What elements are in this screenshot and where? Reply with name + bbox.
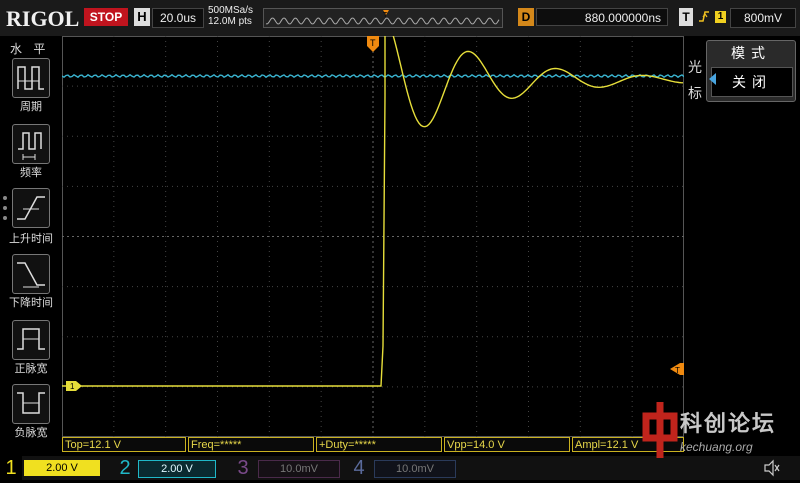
cursor-mode-selector[interactable]: 模式 关闭 (706, 40, 796, 102)
delay-label: D (518, 8, 534, 26)
memory-position-track[interactable]: T (263, 8, 503, 28)
period-icon (17, 66, 44, 90)
waveform-overview: T (265, 10, 500, 25)
channel-3-scale[interactable]: 10.0mV (258, 460, 340, 478)
channel-1-offset-letter: 1 (70, 382, 75, 391)
channel-1-number[interactable]: 1 (0, 456, 22, 480)
page-dot (3, 196, 7, 200)
meas-duty[interactable]: +Duty=***** (316, 437, 442, 452)
timebase-value[interactable]: 20.0us (152, 8, 204, 28)
brand-logo: RIGOL (6, 6, 80, 31)
period-button[interactable] (12, 58, 50, 98)
rising-edge-icon[interactable] (697, 8, 711, 26)
memory-depth: 12.0M pts (208, 16, 252, 27)
sample-info: 500MSa/s 12.0M pts (208, 5, 253, 27)
rise-time-button[interactable] (12, 188, 50, 228)
trigger-source-badge[interactable]: 1 (715, 11, 726, 23)
channel-2-scale[interactable]: 2.00 V (138, 460, 216, 478)
trigger-level-letter: T (675, 366, 680, 375)
selector-arrow-icon (709, 73, 716, 85)
positive-width-label: 正脉宽 (14, 363, 48, 375)
cursor-menu-title: 光标 (688, 54, 702, 106)
waveform-display[interactable]: T T 1 (61, 12, 685, 437)
negative-width-icon (17, 392, 45, 414)
trigger-position-letter: T (383, 12, 388, 19)
channel-1-scale[interactable]: 2.00 V (24, 460, 100, 476)
channel-4-scale[interactable]: 10.0mV (374, 460, 456, 478)
trigger-level-value[interactable]: 800mV (730, 8, 796, 28)
positive-width-button[interactable] (12, 320, 50, 360)
page-dot (3, 216, 7, 220)
period-label: 周期 (20, 101, 42, 113)
frequency-label: 频率 (20, 167, 42, 179)
cursor-menu-title-text: 光标 (688, 59, 702, 101)
channel-bar: 1 2.00 V 2 2.00 V 3 10.0mV 4 10.0mV (0, 456, 800, 480)
trigger-time-letter: T (370, 38, 376, 48)
negative-width-label: 负脉宽 (14, 427, 48, 439)
meas-freq[interactable]: Freq=***** (188, 437, 314, 452)
delay-value[interactable]: 880.000000ns (536, 8, 668, 26)
measurement-bar: Top=12.1 V Freq=***** +Duty=***** Vpp=14… (62, 437, 684, 453)
rise-time-icon (17, 196, 45, 220)
negative-width-button[interactable] (12, 384, 50, 424)
watermark-logo (640, 400, 680, 465)
horizontal-label: H (134, 8, 150, 26)
meas-top[interactable]: Top=12.1 V (62, 437, 186, 452)
sound-icon[interactable] (762, 458, 782, 478)
channel-4-number[interactable]: 4 (348, 456, 370, 480)
watermark-name: 科创论坛 (680, 411, 777, 436)
frequency-button[interactable] (12, 124, 50, 164)
watermark-url: kechuang.org (680, 440, 753, 454)
run-stop-indicator[interactable]: STOP (84, 8, 128, 26)
menu-title: 水 平 (10, 42, 50, 56)
fall-time-label: 下降时间 (9, 297, 53, 309)
page-dot (3, 206, 7, 210)
cursor-mode-value[interactable]: 关闭 (711, 67, 793, 97)
rise-time-label: 上升时间 (9, 233, 53, 245)
positive-width-icon (17, 328, 45, 350)
meas-vpp[interactable]: Vpp=14.0 V (444, 437, 570, 452)
cursor-mode-title: 模式 (731, 45, 771, 61)
channel-3-number[interactable]: 3 (232, 456, 254, 480)
sample-rate: 500MSa/s (208, 5, 254, 16)
fall-time-icon (17, 262, 45, 288)
fall-time-button[interactable] (12, 254, 50, 294)
frequency-icon (18, 132, 42, 160)
channel-2-number[interactable]: 2 (114, 456, 136, 480)
waveform-grid: T T 1 (61, 12, 685, 437)
trigger-label: T (679, 8, 693, 26)
